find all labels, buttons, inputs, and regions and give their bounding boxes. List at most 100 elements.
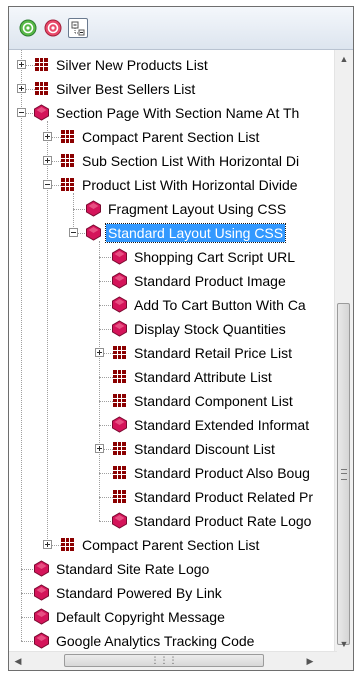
tree-item-label[interactable]: Google Analytics Tracking Code [54,632,256,650]
vertical-scrollbar[interactable]: ▲ ▼ [334,50,353,653]
layout-hex-icon [33,560,50,577]
list-table-icon [33,56,50,73]
tree-row[interactable]: Standard Powered By Link [9,581,329,605]
tree-row[interactable]: Standard Layout Using CSS [9,221,329,245]
tree-item-label[interactable]: Fragment Layout Using CSS [106,200,288,218]
collapse-all-icon[interactable] [68,18,88,38]
expand-plus-icon[interactable] [17,84,26,93]
expand-plus-icon[interactable] [43,156,52,165]
tree-item-label[interactable]: Shopping Cart Script URL [132,248,297,266]
tree-item-label[interactable]: Standard Discount List [132,440,277,458]
list-table-icon [33,80,50,97]
toolbar [9,7,353,50]
tree-item-label[interactable]: Compact Parent Section List [80,128,261,146]
expand-plus-icon[interactable] [95,444,104,453]
scrollbar-corner [335,652,353,670]
tree-row[interactable]: Silver New Products List [9,53,329,77]
tree-item-label[interactable]: Standard Product Rate Logo [132,512,313,530]
tree-item-label[interactable]: Standard Site Rate Logo [54,560,211,578]
tree-item-label[interactable]: Standard Product Related Pr [132,488,315,506]
layout-hex-icon [33,632,50,649]
tree-row[interactable]: Google Analytics Tracking Code [9,629,329,653]
layout-hex-icon [111,416,128,433]
tree-row[interactable]: Shopping Cart Script URL [9,245,329,269]
layout-hex-icon [111,248,128,265]
tree-row[interactable]: Silver Best Sellers List [9,77,329,101]
vertical-scroll-thumb[interactable] [337,303,350,645]
list-table-icon [59,128,76,145]
tree-item-label[interactable]: Section Page With Section Name At Th [54,104,301,122]
tree-row[interactable]: Section Page With Section Name At Th [9,101,329,125]
layout-hex-icon [85,200,102,217]
collapse-minus-icon[interactable] [43,180,52,189]
tree-item-label[interactable]: Standard Extended Informat [132,416,311,434]
tree-row[interactable]: Standard Product Also Boug [9,461,329,485]
tree-item-label[interactable]: Standard Product Also Boug [132,464,312,482]
list-table-icon [59,152,76,169]
layout-hex-icon [111,272,128,289]
tree-row[interactable]: Standard Retail Price List [9,341,329,365]
tree-row[interactable]: Standard Component List [9,389,329,413]
list-table-icon [111,344,128,361]
list-table-icon [59,176,76,193]
tree-row[interactable]: Add To Cart Button With Ca [9,293,329,317]
tree-item-label[interactable]: Product List With Horizontal Divide [80,176,300,194]
tree-row[interactable]: Display Stock Quantities [9,317,329,341]
add-green-icon[interactable] [18,18,38,38]
tree-row[interactable]: Fragment Layout Using CSS [9,197,329,221]
tree-row[interactable]: Standard Product Rate Logo [9,509,329,533]
tree-row[interactable]: Standard Extended Informat [9,413,329,437]
scroll-right-arrow-icon[interactable]: ▶ [301,652,319,670]
tree-row[interactable]: Compact Parent Section List [9,125,329,149]
layout-hex-icon [111,296,128,313]
collapse-minus-icon[interactable] [17,108,26,117]
tree-row[interactable]: Standard Discount List [9,437,329,461]
list-table-icon [111,392,128,409]
tree-item-label[interactable]: Silver Best Sellers List [54,80,197,98]
list-table-icon [111,464,128,481]
list-table-icon [111,368,128,385]
scroll-up-arrow-icon[interactable]: ▲ [335,50,353,68]
tree-item-label[interactable]: Default Copyright Message [54,608,227,626]
layout-hex-icon [111,512,128,529]
tree-item-label[interactable]: Standard Retail Price List [132,344,294,362]
tree-item-label[interactable]: Add To Cart Button With Ca [132,296,308,314]
layout-hex-icon [85,224,102,241]
scroll-left-arrow-icon[interactable]: ◀ [9,652,27,670]
tree-item-label[interactable]: Standard Attribute List [132,368,274,386]
grip-icon [341,469,347,480]
horizontal-scrollbar[interactable]: ◀ ⋮⋮⋮ ▶ [9,651,337,670]
tree-row[interactable]: Standard Product Related Pr [9,485,329,509]
expand-plus-icon[interactable] [17,60,26,69]
expand-plus-icon[interactable] [43,132,52,141]
tree-item-label[interactable]: Standard Layout Using CSS [104,223,287,243]
layout-hex-icon [33,608,50,625]
tree-item-label[interactable]: Compact Parent Section List [80,536,261,554]
remove-red-icon[interactable] [43,18,63,38]
tree-item-label[interactable]: Sub Section List With Horizontal Di [80,152,301,170]
expand-plus-icon[interactable] [43,540,52,549]
scroll-down-arrow-icon[interactable]: ▼ [335,635,353,653]
tree-row[interactable]: Default Copyright Message [9,605,329,629]
layout-hex-icon [33,104,50,121]
list-table-icon [59,536,76,553]
tree-row[interactable]: Sub Section List With Horizontal Di [9,149,329,173]
layout-hex-icon [111,320,128,337]
tree-row[interactable]: Standard Product Image [9,269,329,293]
layout-hex-icon [33,584,50,601]
tree-item-label[interactable]: Standard Powered By Link [54,584,224,602]
expand-plus-icon[interactable] [95,348,104,357]
tree-row[interactable]: Standard Attribute List [9,365,329,389]
tree-row[interactable]: Product List With Horizontal Divide [9,173,329,197]
component-tree: Silver New Products List Silver Best Sell… [9,50,329,653]
list-table-icon [111,440,128,457]
tree-row[interactable]: Standard Site Rate Logo [9,557,329,581]
tree-item-label[interactable]: Silver New Products List [54,56,210,74]
tree-row[interactable]: Compact Parent Section List [9,533,329,557]
tree-item-label[interactable]: Display Stock Quantities [132,320,288,338]
tree-panel: Silver New Products List Silver Best Sell… [8,6,354,671]
tree-item-label[interactable]: Standard Product Image [132,272,288,290]
tree-item-label[interactable]: Standard Component List [132,392,295,410]
horizontal-scroll-thumb[interactable]: ⋮⋮⋮ [64,654,264,667]
collapse-minus-icon[interactable] [69,228,78,237]
